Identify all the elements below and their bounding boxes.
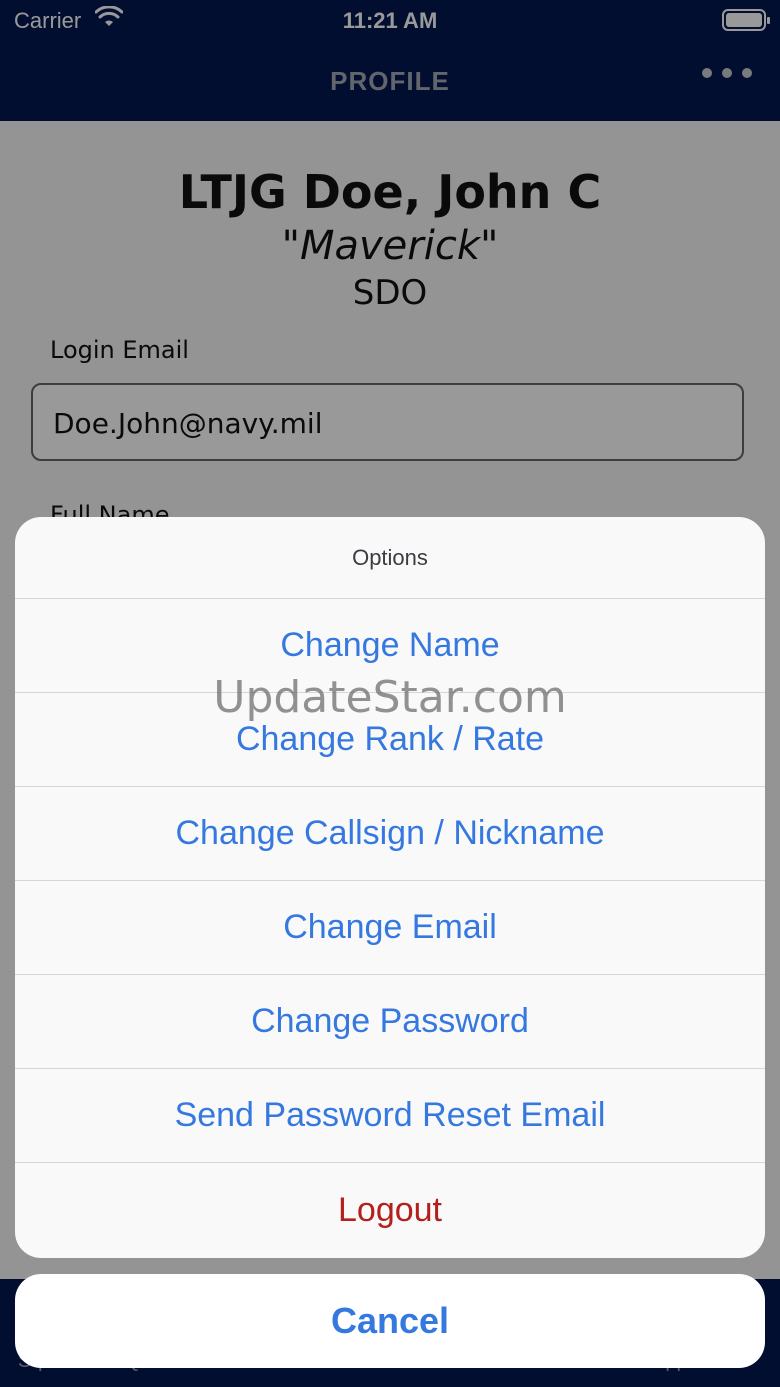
send-password-reset-button[interactable]: Send Password Reset Email (15, 1069, 765, 1163)
change-rank-button[interactable]: Change Rank / Rate (15, 693, 765, 787)
change-callsign-button[interactable]: Change Callsign / Nickname (15, 787, 765, 881)
cancel-button[interactable]: Cancel (15, 1274, 765, 1368)
change-email-button[interactable]: Change Email (15, 881, 765, 975)
options-action-sheet: Options Change Name Change Rank / Rate C… (15, 517, 765, 1258)
change-name-button[interactable]: Change Name (15, 599, 765, 693)
logout-button[interactable]: Logout (15, 1163, 765, 1257)
change-password-button[interactable]: Change Password (15, 975, 765, 1069)
action-sheet-title: Options (15, 517, 765, 599)
